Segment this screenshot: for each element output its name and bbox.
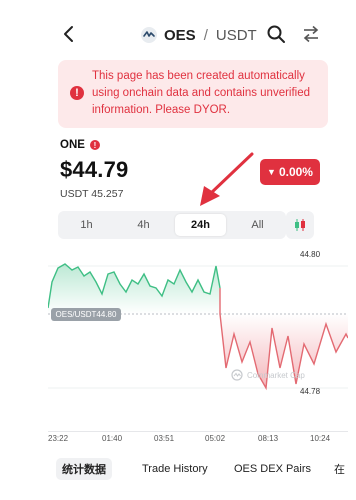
price-change-value: 0.00%	[278, 165, 313, 179]
time-label: 10:24	[310, 434, 331, 443]
top-bar: OES / USDT	[48, 18, 348, 52]
time-label: 03:51	[154, 434, 175, 443]
price-line-chart[interactable]	[48, 248, 348, 428]
warning-text: This page has been created automatically…	[92, 70, 311, 116]
time-label: 08:13	[258, 434, 279, 443]
time-label: 05:02	[205, 434, 226, 443]
unverified-warning-banner: ! This page has been created automatical…	[58, 60, 328, 128]
pair-title: OES / USDT	[140, 24, 257, 46]
back-arrow-icon[interactable]	[62, 24, 76, 44]
tab-all[interactable]: All	[232, 214, 283, 236]
tab-4h[interactable]: 4h	[118, 214, 169, 236]
current-price: $44.79	[60, 157, 129, 182]
search-icon[interactable]	[266, 24, 286, 44]
chart-low-label: 44.78	[300, 387, 321, 396]
timeframe-selector: 1h 4h 24h All	[58, 211, 286, 239]
watermark-logo-icon	[231, 369, 243, 381]
tab-overflow[interactable]: 在	[328, 458, 348, 480]
tab-statistics[interactable]: 统计数据	[56, 458, 112, 480]
candlestick-toggle-button[interactable]	[286, 211, 314, 239]
time-label: 23:22	[48, 434, 69, 443]
base-symbol: OES	[164, 26, 196, 44]
token-warning-icon[interactable]: !	[89, 140, 100, 150]
time-axis: 23:22 01:40 03:51 05:02 08:13 10:24	[48, 431, 348, 446]
alert-circle-icon: !	[70, 86, 84, 100]
watermark-text: Coinmarket Cap	[247, 370, 305, 380]
time-label: 01:40	[102, 434, 123, 443]
candlestick-icon	[295, 219, 305, 231]
token-name: ONE	[60, 139, 85, 151]
tab-trade-history[interactable]: Trade History	[136, 458, 214, 480]
usdt-price: USDT 45.257	[60, 188, 124, 200]
tab-1h[interactable]: 1h	[61, 214, 112, 236]
tab-dex-pairs[interactable]: OES DEX Pairs	[228, 458, 317, 480]
app-frame: OES / USDT ! This page has been created …	[48, 0, 348, 500]
quote-symbol: USDT	[215, 26, 257, 44]
chart-high-label: 44.80	[300, 250, 321, 259]
pair-logo-icon	[141, 27, 157, 43]
current-price-tag: OES/USDT44.80	[51, 308, 121, 321]
price-change-badge: ▼ 0.00%	[260, 159, 320, 185]
down-triangle-icon: ▼	[267, 167, 276, 177]
tab-24h[interactable]: 24h	[175, 214, 226, 236]
swap-arrows-icon[interactable]	[301, 24, 321, 44]
pair-separator: /	[203, 26, 208, 44]
chart-watermark: Coinmarket Cap	[231, 369, 305, 381]
detail-tabs: 统计数据 Trade History OES DEX Pairs 在	[56, 458, 348, 482]
annotation-arrow-icon	[200, 152, 254, 206]
token-name-row: ONE !	[60, 139, 100, 151]
